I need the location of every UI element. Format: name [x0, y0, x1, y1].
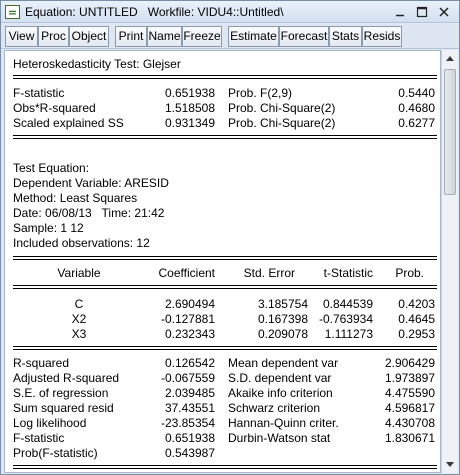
divider	[13, 256, 437, 257]
divider	[13, 135, 437, 136]
resids-button[interactable]: Resids	[362, 26, 402, 47]
summary-value: 4.430708	[384, 416, 435, 430]
info-line: Date: 06/08/13 Time: 21:42	[13, 206, 165, 220]
divider	[13, 259, 437, 260]
summary-label: Schwarz criterion	[228, 401, 321, 415]
object-button[interactable]: Object	[69, 26, 109, 47]
divider	[13, 349, 437, 350]
coefficient: -0.127881	[160, 312, 215, 326]
summary-value: 37.43551	[164, 401, 215, 415]
summary-value: -23.85354	[160, 416, 215, 430]
summary-label: Durbin-Watson stat	[228, 431, 331, 445]
forecast-button[interactable]: Forecast	[279, 26, 329, 47]
column-header: Variable	[57, 266, 101, 280]
summary-label: S.E. of regression	[13, 386, 109, 400]
coefficient: 0.232343	[164, 327, 215, 341]
estimate-button[interactable]: Estimate	[228, 26, 279, 47]
regression-output: Heteroskedasticity Test: Glejser F-stati…	[4, 50, 441, 473]
vertical-scrollbar[interactable]	[441, 50, 458, 473]
variable-name: X3	[71, 327, 87, 341]
minimize-icon[interactable]	[393, 5, 407, 19]
test-prob-value: 0.6277	[398, 116, 435, 130]
info-line: Dependent Variable: ARESID	[13, 176, 169, 190]
test-prob-label: Prob. F(2,9)	[228, 86, 293, 100]
summary-value: 1.830671	[384, 431, 435, 445]
prob: 0.2953	[398, 327, 435, 341]
info-line: Test Equation:	[13, 161, 90, 175]
summary-label: F-statistic	[13, 431, 65, 445]
test-stat-label: F-statistic	[13, 86, 65, 100]
window-controls	[393, 5, 453, 19]
svg-text:=: =	[8, 6, 17, 19]
test-stat-label: Scaled explained SS	[13, 116, 124, 130]
test-stat-label: Obs*R-squared	[13, 101, 96, 115]
test-prob-label: Prob. Chi-Square(2)	[228, 101, 336, 115]
column-header: Coefficient	[158, 266, 215, 280]
maximize-icon[interactable]	[415, 5, 429, 19]
info-line: Sample: 1 12	[13, 221, 84, 235]
divider	[13, 288, 437, 289]
name-button[interactable]: Name	[147, 26, 182, 47]
summary-label: Mean dependent var	[228, 356, 339, 370]
summary-label: S.D. dependent var	[228, 371, 332, 385]
divider	[13, 465, 437, 466]
test-prob-value: 0.4680	[398, 101, 435, 115]
equation-window: = Equation: UNTITLED Workfile: VIDU4::Un…	[0, 0, 460, 475]
summary-label: Prob(F-statistic)	[13, 446, 98, 460]
summary-label: Akaike info criterion	[228, 386, 333, 400]
divider	[13, 138, 437, 139]
summary-value: 4.596817	[384, 401, 435, 415]
divider	[13, 285, 437, 286]
proc-button[interactable]: Proc	[38, 26, 69, 47]
column-header: Prob.	[395, 266, 424, 280]
summary-value: 1.973897	[384, 371, 435, 385]
test-title: Heteroskedasticity Test: Glejser	[13, 57, 181, 71]
summary-value: 4.475590	[384, 386, 435, 400]
test-prob-label: Prob. Chi-Square(2)	[228, 116, 336, 130]
summary-label: Adjusted R-squared	[13, 371, 120, 385]
stats-button[interactable]: Stats	[329, 26, 362, 47]
prob: 0.4203	[398, 297, 435, 311]
toolbar: View Proc Object Print Name Freeze Estim…	[1, 24, 459, 49]
coefficient: 2.690494	[164, 297, 215, 311]
divider	[13, 78, 437, 79]
summary-value: 0.543987	[164, 446, 215, 460]
test-stat-value: 0.651938	[164, 86, 215, 100]
summary-value: 0.651938	[164, 431, 215, 445]
summary-label: Log likelihood	[13, 416, 87, 430]
divider	[13, 468, 437, 469]
scroll-down-icon[interactable]	[442, 456, 458, 473]
variable-name: C	[74, 297, 84, 311]
variable-name: X2	[71, 312, 87, 326]
test-prob-value: 0.5440	[398, 86, 435, 100]
print-button[interactable]: Print	[115, 26, 147, 47]
summary-label: Sum squared resid	[13, 401, 114, 415]
scrollbar-thumb[interactable]	[444, 69, 456, 195]
summary-value: -0.067559	[160, 371, 215, 385]
window-title: Equation: UNTITLED Workfile: VIDU4::Unti…	[25, 5, 284, 19]
test-stat-value: 0.931349	[164, 116, 215, 130]
summary-label: Hannan-Quinn criter.	[228, 416, 339, 430]
test-stat-value: 1.518508	[164, 101, 215, 115]
view-button[interactable]: View	[5, 26, 38, 47]
summary-value: 2.906429	[384, 356, 435, 370]
divider	[13, 346, 437, 347]
close-icon[interactable]	[437, 5, 451, 19]
freeze-button[interactable]: Freeze	[182, 26, 222, 47]
prob: 0.4645	[398, 312, 435, 326]
summary-value: 0.126542	[164, 356, 215, 370]
column-header: Std. Error	[243, 266, 295, 280]
scroll-up-icon[interactable]	[442, 50, 458, 67]
info-line: Included observations: 12	[13, 236, 150, 250]
equation-icon: =	[5, 5, 20, 19]
divider	[13, 75, 437, 76]
title-bar[interactable]: = Equation: UNTITLED Workfile: VIDU4::Un…	[1, 1, 459, 23]
summary-label: R-squared	[13, 356, 70, 370]
info-line: Method: Least Squares	[13, 191, 138, 205]
summary-value: 2.039485	[164, 386, 215, 400]
